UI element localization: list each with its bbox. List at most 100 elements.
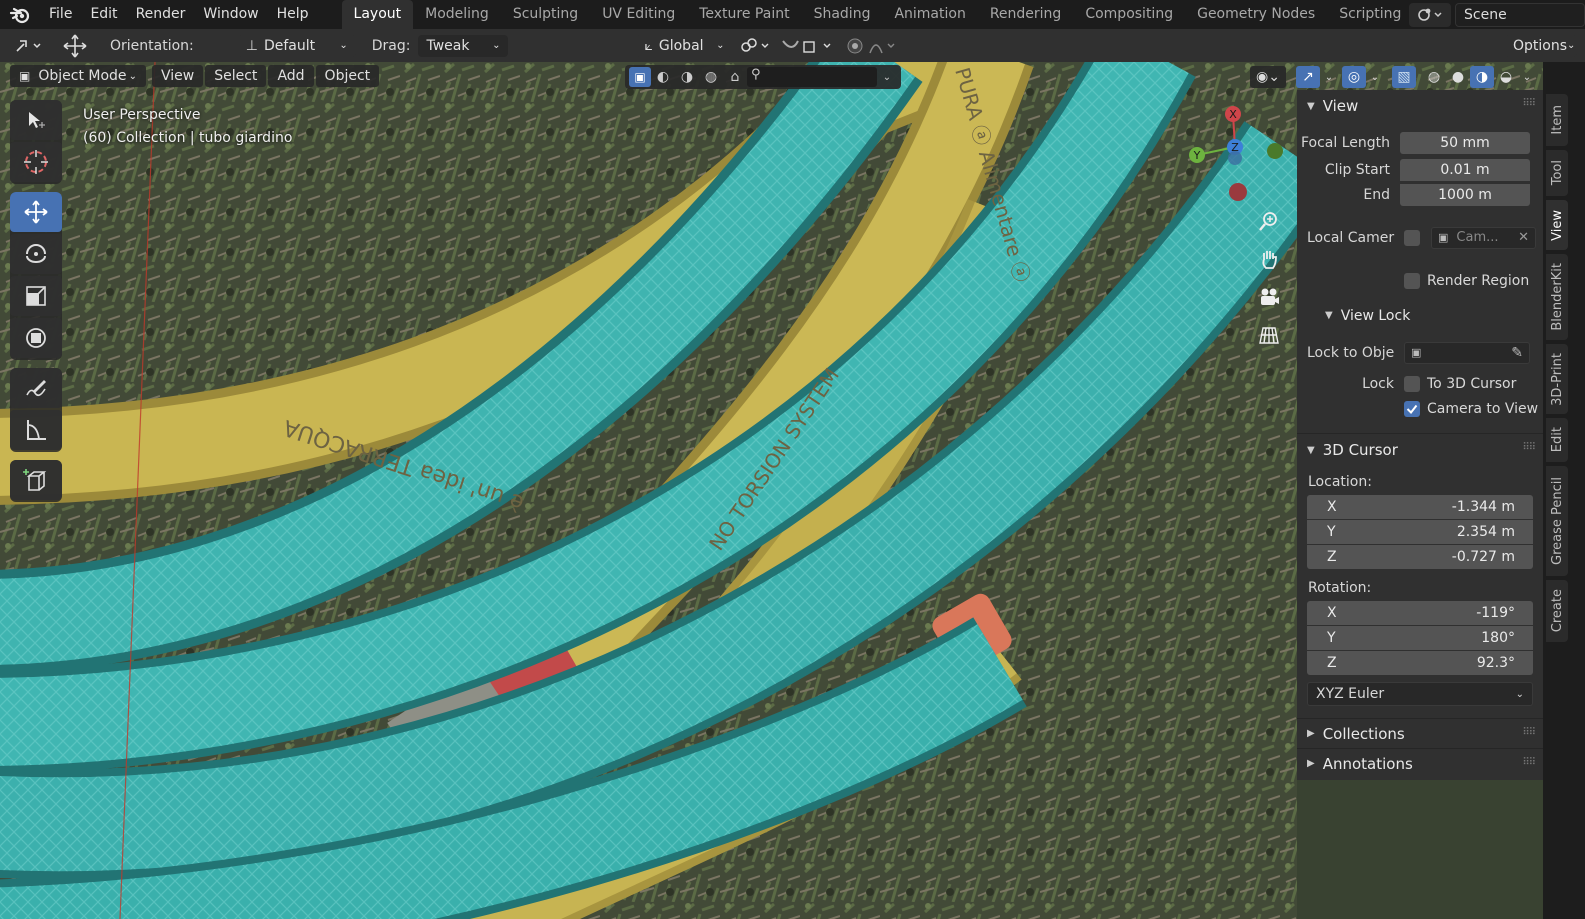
menu-render[interactable]: Render (127, 0, 195, 29)
cursor-rotation-x-field[interactable]: X -119° (1307, 601, 1533, 625)
cursor-tool[interactable] (10, 142, 62, 182)
rotation-mode-dropdown[interactable]: XYZ Euler ⌄ (1307, 682, 1533, 706)
rotate-tool[interactable] (10, 234, 62, 274)
tab-compositing[interactable]: Compositing (1073, 0, 1185, 29)
cursor-location-x-field[interactable]: X -1.344 m (1307, 495, 1533, 519)
viewport-menu-view[interactable]: View (152, 65, 204, 87)
rendered-shading-icon[interactable]: ◒ (1494, 66, 1518, 88)
to-3d-cursor-checkbox[interactable] (1404, 375, 1420, 392)
drag-handle-icon[interactable]: ⠿⠿ (1522, 98, 1536, 109)
viewport-menu-object[interactable]: Object (315, 65, 380, 87)
scene-browse-button[interactable] (1409, 2, 1451, 27)
tab-create[interactable]: Create (1546, 580, 1568, 642)
tab-sculpting[interactable]: Sculpting (501, 0, 590, 29)
view-lock-header[interactable]: ▼ View Lock (1297, 303, 1543, 328)
mesh-filter-icon[interactable]: ◐ (651, 69, 675, 85)
tab-scripting[interactable]: Scripting (1327, 0, 1413, 29)
clear-x-icon[interactable]: ✕ (1518, 230, 1529, 245)
camera-to-view-checkbox[interactable] (1404, 400, 1420, 417)
cursor-location-z-field[interactable]: Z -0.727 m (1307, 545, 1533, 569)
move-tool[interactable] (10, 192, 62, 232)
menu-help[interactable]: Help (268, 0, 318, 29)
clip-end-field[interactable]: 1000 m (1400, 183, 1530, 206)
lock-to-object-field[interactable]: ▣ ✎ (1404, 341, 1530, 364)
menu-window[interactable]: Window (194, 0, 267, 29)
move-gizmo-icon[interactable] (62, 33, 88, 59)
menu-edit[interactable]: Edit (81, 0, 126, 29)
transform-tool[interactable] (10, 318, 62, 358)
tab-modeling[interactable]: Modeling (413, 0, 501, 29)
focal-length-field[interactable]: 50 mm (1400, 131, 1530, 154)
tab-grease-pencil[interactable]: Grease Pencil (1546, 466, 1568, 576)
tab-view[interactable]: View (1546, 200, 1568, 250)
eyedropper-icon[interactable]: ✎ (1511, 345, 1523, 361)
drag-handle-icon[interactable]: ⠿⠿ (1522, 442, 1536, 453)
chevron-down-icon[interactable]: ⌄ (1320, 72, 1338, 83)
tab-geometry-nodes[interactable]: Geometry Nodes (1185, 0, 1327, 29)
tab-edit[interactable]: Edit (1546, 418, 1568, 462)
clip-start-field[interactable]: 0.01 m (1400, 158, 1530, 181)
orientation-dropdown[interactable]: ⊥ Default ⌄ (237, 34, 356, 57)
viewport-menu-select[interactable]: Select (205, 65, 267, 87)
gizmo-neg-y-axis[interactable] (1267, 143, 1283, 159)
annotations-panel-header[interactable]: ▶ Annotations ⠿⠿ (1297, 749, 1543, 778)
viewport-menu-add[interactable]: Add (268, 65, 314, 87)
scene-name-field[interactable]: Scene (1455, 2, 1585, 27)
tab-shading[interactable]: Shading (802, 0, 883, 29)
cursor-rotation-z-field[interactable]: Z 92.3° (1307, 651, 1533, 675)
search-icon[interactable]: ⚲ (747, 67, 877, 87)
tab-uv-editing[interactable]: UV Editing (590, 0, 687, 29)
select-box-tool[interactable] (10, 100, 62, 140)
visibility-eye-icon[interactable]: ◉⌄ (1250, 66, 1286, 88)
local-camera-field[interactable]: ▣ Cam... ✕ (1431, 226, 1536, 249)
drag-handle-icon[interactable]: ⠿⠿ (1522, 727, 1536, 738)
zoom-icon[interactable] (1255, 205, 1283, 237)
tab-texture-paint[interactable]: Texture Paint (687, 0, 801, 29)
3d-cursor-panel-header[interactable]: ▼ 3D Cursor ⠿⠿ (1297, 434, 1543, 466)
pivot-point-icon[interactable] (738, 37, 772, 55)
selectable-filter-icon[interactable]: ▣ (629, 67, 651, 87)
collections-panel-header[interactable]: ▶ Collections ⠿⠿ (1297, 719, 1543, 748)
tab-tool[interactable]: Tool (1546, 150, 1568, 196)
add-cube-tool[interactable] (10, 460, 62, 500)
snap-icon[interactable] (780, 37, 836, 55)
world-filter-icon[interactable]: ◍ (699, 69, 723, 85)
solid-shading-icon[interactable]: ● (1446, 66, 1470, 88)
view-panel-header[interactable]: ▼ View ⠿⠿ (1297, 90, 1543, 122)
transform-mode-button[interactable] (14, 37, 44, 55)
pan-hand-icon[interactable] (1255, 243, 1283, 275)
tab-blenderkit[interactable]: BlenderKit (1546, 254, 1568, 340)
render-region-checkbox[interactable] (1404, 272, 1420, 289)
light-filter-icon[interactable]: ◑ (675, 69, 699, 85)
cursor-location-y-field[interactable]: Y 2.354 m (1307, 520, 1533, 544)
tab-item[interactable]: Item (1546, 94, 1568, 146)
menu-file[interactable]: File (40, 0, 81, 29)
gizmo-neg-z-axis[interactable] (1228, 151, 1242, 165)
gizmo-neg-x-axis[interactable] (1229, 183, 1247, 201)
perspective-grid-icon[interactable] (1255, 319, 1283, 351)
proportional-editing-icon[interactable] (846, 37, 900, 55)
tab-layout[interactable]: Layout (341, 0, 414, 29)
blender-logo-icon[interactable] (0, 0, 40, 29)
measure-tool[interactable] (10, 410, 62, 450)
chevron-down-icon[interactable]: ⌄ (1366, 72, 1384, 83)
tab-3d-print[interactable]: 3D-Print (1546, 344, 1568, 414)
scale-tool[interactable] (10, 276, 62, 316)
drag-handle-icon[interactable]: ⠿⠿ (1522, 757, 1536, 768)
cursor-rotation-y-field[interactable]: Y 180° (1307, 626, 1533, 650)
annotate-tool[interactable] (10, 368, 62, 408)
drag-dropdown[interactable]: Tweak ⌄ (418, 34, 509, 57)
navigation-gizmo[interactable]: X Y Z (1180, 100, 1290, 210)
overlays-toggle-icon[interactable]: ◎ (1342, 66, 1366, 88)
camera-view-icon[interactable] (1255, 281, 1283, 313)
transform-orientation-dropdown[interactable]: ⟀ Global ⌄ (636, 34, 733, 57)
chevron-down-icon[interactable]: ⌄ (1518, 72, 1536, 83)
material-shading-icon[interactable]: ◑ (1470, 66, 1494, 88)
options-dropdown[interactable]: Options ⌄ (1505, 34, 1577, 57)
xray-toggle-icon[interactable]: ▧ (1392, 66, 1416, 88)
wireframe-shading-icon[interactable]: ◍ (1422, 66, 1446, 88)
chevron-down-icon[interactable]: ⌄ (877, 72, 897, 83)
tab-rendering[interactable]: Rendering (978, 0, 1074, 29)
tab-animation[interactable]: Animation (882, 0, 977, 29)
camera-filter-icon[interactable]: ⌂ (723, 69, 747, 85)
